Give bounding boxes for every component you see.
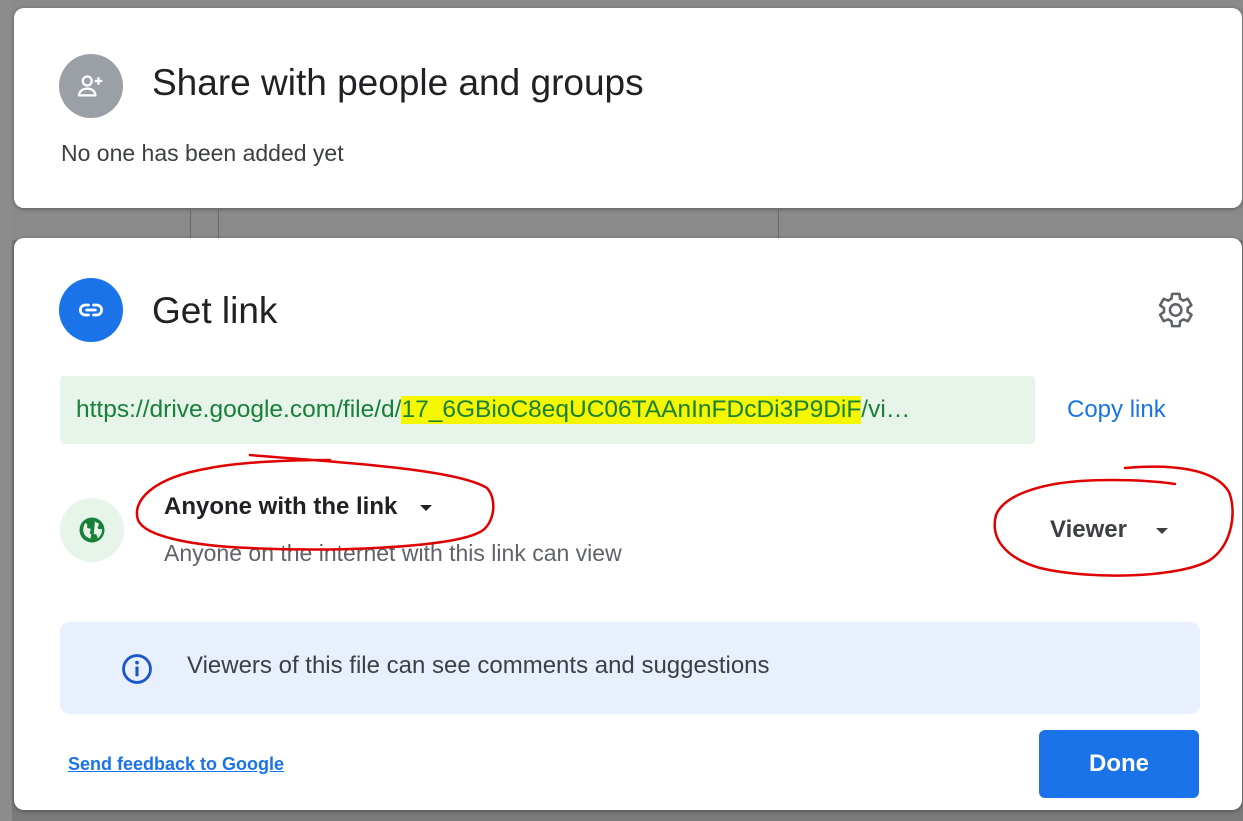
send-feedback-link[interactable]: Send feedback to Google: [68, 754, 284, 775]
url-file-id: 17_6GBioC8eqUC06TAAnInFDcDi3P9DiF: [401, 396, 862, 424]
role-dropdown[interactable]: Viewer: [1050, 516, 1168, 544]
background-edge: [0, 0, 12, 821]
url-suffix: /vi…: [861, 396, 911, 423]
background-divider: [190, 210, 191, 240]
background-divider: [218, 210, 219, 240]
done-button[interactable]: Done: [1039, 730, 1199, 798]
info-banner: Viewers of this file can see comments an…: [60, 622, 1200, 714]
role-label: Viewer: [1050, 516, 1127, 543]
share-people-card: Share with people and groups No one has …: [14, 8, 1242, 208]
access-description: Anyone on the internet with this link ca…: [164, 540, 622, 566]
url-prefix: https://drive.google.com/file/d/: [76, 396, 402, 423]
background-divider: [778, 210, 779, 240]
get-link-title: Get link: [152, 290, 278, 331]
info-text: Viewers of this file can see comments an…: [187, 652, 770, 679]
dropdown-caret-icon: [1155, 527, 1168, 534]
share-url-field[interactable]: https://drive.google.com/file/d/17_6GBio…: [60, 376, 1035, 444]
info-icon: [120, 652, 154, 691]
dropdown-caret-icon: [420, 504, 433, 511]
copy-link-button[interactable]: Copy link: [1067, 396, 1166, 424]
get-link-card: Get link https://drive.google.com/file/d…: [14, 238, 1242, 810]
share-title: Share with people and groups: [152, 62, 644, 103]
add-person-icon: [59, 54, 123, 118]
share-empty-text: No one has been added yet: [61, 140, 344, 166]
access-scope-dropdown[interactable]: Anyone with the link: [164, 493, 433, 521]
link-icon: [59, 278, 123, 342]
globe-icon: [60, 498, 124, 562]
access-scope-label: Anyone with the link: [164, 493, 398, 520]
gear-icon[interactable]: [1152, 288, 1196, 332]
